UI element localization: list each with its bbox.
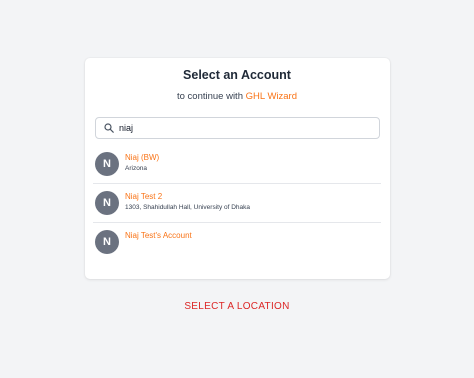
account-name[interactable]: Niaj Test's Account	[125, 231, 192, 240]
account-item-niaj-bw[interactable]: N Niaj (BW) Arizona	[93, 145, 381, 183]
page-title: Select an Account	[183, 68, 291, 82]
search-box[interactable]	[95, 117, 380, 139]
account-item-niaj-test-2[interactable]: N Niaj Test 2 1303, Shahidullah Hall, Un…	[93, 184, 381, 222]
search-icon	[104, 123, 114, 133]
search-input[interactable]	[119, 121, 369, 135]
account-item-niaj-test-account[interactable]: N Niaj Test's Account	[93, 223, 381, 261]
avatar: N	[95, 230, 119, 254]
avatar: N	[95, 152, 119, 176]
subtitle-prefix: to continue with	[176, 91, 243, 102]
brand-name: GHL Wizard	[245, 91, 298, 102]
account-name[interactable]: Niaj Test 2	[125, 192, 162, 201]
account-address: 1303, Shahidullah Hall, University of Dh…	[125, 204, 251, 211]
select-location-link[interactable]: SELECT A LOCATION	[0, 301, 474, 312]
account-address: Arizona	[125, 165, 148, 172]
page-subtitle: to continue with GHL Wizard	[0, 91, 474, 102]
account-name[interactable]: Niaj (BW)	[125, 153, 159, 162]
avatar: N	[95, 191, 119, 215]
